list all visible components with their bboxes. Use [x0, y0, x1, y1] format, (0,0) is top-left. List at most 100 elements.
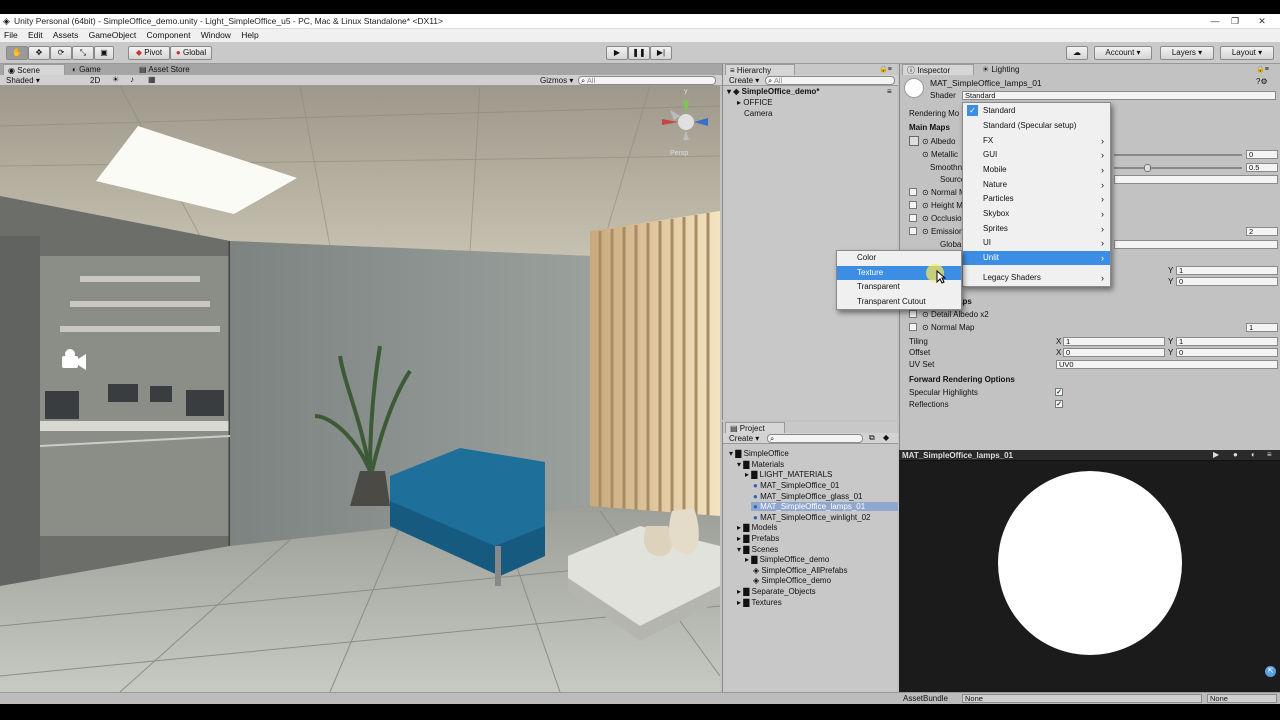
- unlit-menu-transparent-cutout[interactable]: Transparent Cutout: [837, 295, 961, 309]
- shader-menu-legacy[interactable]: Legacy Shaders ›: [963, 271, 1110, 285]
- preview-light-icon[interactable]: ◐: [1251, 450, 1256, 459]
- preview-settings-icon[interactable]: ≡: [1267, 450, 1272, 459]
- shader-menu-skybox[interactable]: Skybox ›: [963, 207, 1110, 221]
- metallic-value[interactable]: 0: [1246, 150, 1278, 159]
- shader-menu-particles[interactable]: Particles ›: [963, 192, 1110, 206]
- menu-window[interactable]: Window: [197, 29, 235, 41]
- offset-x-field[interactable]: 0: [1063, 348, 1165, 357]
- tab-project[interactable]: ▤ Project: [725, 422, 785, 433]
- cloud-icon[interactable]: ☁: [1066, 46, 1088, 60]
- global-illumination-dropdown[interactable]: [1114, 240, 1278, 249]
- specular-checkbox[interactable]: ✓: [1055, 388, 1063, 396]
- smoothness-slider[interactable]: [1114, 167, 1242, 169]
- move-tool-icon[interactable]: ✥: [28, 46, 50, 60]
- filter-by-label-icon[interactable]: ◆: [883, 433, 889, 442]
- detail-albedo-slot[interactable]: [909, 310, 917, 318]
- smoothness-value[interactable]: 0.5: [1246, 163, 1278, 172]
- normal-map-slot[interactable]: [909, 188, 917, 196]
- shader-menu-mobile[interactable]: Mobile ›: [963, 163, 1110, 177]
- smoothness-slider-thumb[interactable]: [1144, 164, 1151, 172]
- menu-component[interactable]: Component: [143, 29, 195, 41]
- shader-menu-standard[interactable]: ✓ Standard: [963, 104, 1110, 118]
- detail-normal-value[interactable]: 1: [1246, 323, 1278, 332]
- menu-assets[interactable]: Assets: [49, 29, 83, 41]
- effects-toggle-icon[interactable]: ▦: [148, 75, 156, 84]
- shader-menu-gui[interactable]: GUI ›: [963, 148, 1110, 162]
- assetbundle-dropdown[interactable]: None: [962, 694, 1202, 703]
- folder-scenes[interactable]: ▾ ▇ Scenes: [737, 545, 778, 554]
- hierarchy-search-input[interactable]: ⌕ All: [765, 76, 895, 85]
- folder-prefabs[interactable]: ▸ ▇ Prefabs: [737, 534, 779, 543]
- shading-mode-dropdown[interactable]: Shaded ▾: [6, 76, 40, 85]
- menu-edit[interactable]: Edit: [24, 29, 47, 41]
- asset-mat-winlight[interactable]: ● MAT_SimpleOffice_winlight_02: [753, 513, 871, 522]
- folder-simpleoffice-demo[interactable]: ▸ ▇ SimpleOffice_demo: [745, 555, 829, 564]
- detail-normal-slot[interactable]: [909, 323, 917, 331]
- inspector-lock-icon[interactable]: 🔒≡: [1256, 65, 1269, 73]
- folder-light-materials[interactable]: ▸ ▇ LIGHT_MATERIALS: [745, 470, 832, 479]
- restore-icon[interactable]: ❐: [1227, 16, 1243, 27]
- pivot-toggle[interactable]: ◆ Pivot: [128, 46, 170, 60]
- uv-set-dropdown[interactable]: UV0: [1056, 360, 1278, 369]
- rotate-tool-icon[interactable]: ⟳: [50, 46, 72, 60]
- rect-tool-icon[interactable]: ▣: [94, 46, 114, 60]
- tiling-y-field[interactable]: 1: [1176, 337, 1278, 346]
- layout-dropdown[interactable]: Layout ▾: [1220, 46, 1274, 60]
- menu-gameobject[interactable]: GameObject: [85, 29, 141, 41]
- folder-separate-objects[interactable]: ▸ ▇ Separate_Objects: [737, 587, 816, 596]
- asset-mat-glass[interactable]: ● MAT_SimpleOffice_glass_01: [753, 492, 863, 501]
- height-map-slot[interactable]: [909, 201, 917, 209]
- preview-play-icon[interactable]: ▶: [1213, 450, 1219, 459]
- filter-by-type-icon[interactable]: ⧉: [869, 433, 875, 443]
- scene-viewport[interactable]: y Persp: [0, 86, 720, 692]
- tab-scene[interactable]: ◉ Scene: [3, 64, 65, 75]
- step-button[interactable]: ▶|: [650, 46, 672, 60]
- hierarchy-item-camera[interactable]: Camera: [744, 109, 772, 118]
- scene-simpleoffice-demo[interactable]: ◈ SimpleOffice_demo: [753, 576, 831, 585]
- reflections-checkbox[interactable]: ✓: [1055, 400, 1063, 408]
- offset-y-field[interactable]: 0: [1176, 348, 1278, 357]
- account-dropdown[interactable]: Account ▾: [1094, 46, 1152, 60]
- tab-asset-store[interactable]: ▤ Asset Store: [135, 64, 194, 75]
- minimize-icon[interactable]: —: [1207, 16, 1223, 27]
- asset-mat-01[interactable]: ● MAT_SimpleOffice_01: [753, 481, 839, 490]
- global-toggle[interactable]: ● Global: [170, 46, 212, 60]
- tab-game[interactable]: ◐ Game: [68, 64, 105, 75]
- tiling-x-field[interactable]: 1: [1063, 337, 1165, 346]
- emission-value[interactable]: 2: [1246, 227, 1278, 236]
- close-icon[interactable]: ✕: [1254, 16, 1270, 27]
- inspector-help-icon[interactable]: ?⚙: [1256, 77, 1268, 86]
- asset-mat-lamps[interactable]: ● MAT_SimpleOffice_lamps_01: [751, 502, 898, 511]
- albedo-texture-slot[interactable]: [909, 136, 919, 146]
- hierarchy-scene-row[interactable]: ▾ ◈ SimpleOffice_demo*: [727, 87, 819, 96]
- scene-search-input[interactable]: ⌕ All: [578, 76, 716, 85]
- hand-tool-icon[interactable]: ✋: [6, 46, 28, 60]
- folder-textures[interactable]: ▸ ▇ Textures: [737, 598, 782, 607]
- folder-simpleoffice[interactable]: ▾ ▇ SimpleOffice: [729, 449, 789, 458]
- assetbundle-variant-dropdown[interactable]: None: [1207, 694, 1277, 703]
- tab-lighting[interactable]: ☀ Lighting: [978, 64, 1023, 75]
- project-create-dropdown[interactable]: Create ▾: [729, 434, 759, 443]
- preview-expand-icon[interactable]: ⇱: [1265, 666, 1276, 677]
- hierarchy-create-dropdown[interactable]: Create ▾: [729, 76, 759, 85]
- offset-y-top-field[interactable]: 0: [1176, 277, 1278, 286]
- occlusion-map-slot[interactable]: [909, 214, 917, 222]
- menu-file[interactable]: File: [0, 29, 22, 41]
- gizmos-dropdown[interactable]: Gizmos ▾: [540, 76, 573, 85]
- lighting-toggle-icon[interactable]: ☀: [112, 75, 119, 84]
- tiling-y-top-field[interactable]: 1: [1176, 266, 1278, 275]
- audio-toggle-icon[interactable]: ♪: [130, 75, 134, 84]
- project-search-input[interactable]: ⌕: [767, 434, 863, 443]
- shader-menu-standard-specular[interactable]: Standard (Specular setup): [963, 119, 1110, 133]
- shader-menu-nature[interactable]: Nature ›: [963, 178, 1110, 192]
- hierarchy-lock-icon[interactable]: 🔒≡: [879, 65, 892, 73]
- shader-menu-sprites[interactable]: Sprites ›: [963, 222, 1110, 236]
- shader-menu-fx[interactable]: FX ›: [963, 134, 1110, 148]
- tab-inspector[interactable]: ⓘ Inspector: [902, 64, 974, 75]
- folder-models[interactable]: ▸ ▇ Models: [737, 523, 777, 532]
- shader-dropdown[interactable]: Standard: [962, 91, 1276, 100]
- metallic-slider[interactable]: [1114, 154, 1242, 156]
- source-dropdown[interactable]: [1114, 175, 1278, 184]
- pause-button[interactable]: ❚❚: [628, 46, 650, 60]
- shader-menu-unlit[interactable]: Unlit ›: [963, 251, 1110, 265]
